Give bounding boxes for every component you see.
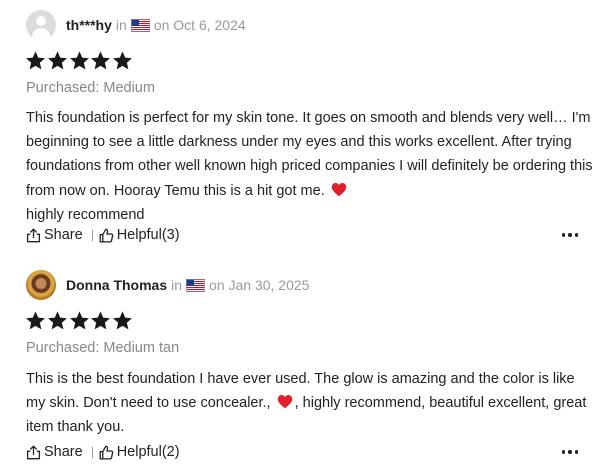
- heart-icon: [277, 394, 293, 409]
- helpful-label: Helpful(3): [116, 227, 180, 243]
- helpful-button[interactable]: Helpful(2): [99, 444, 180, 460]
- purchased-variant: Purchased: Medium: [26, 80, 155, 96]
- review-text-part: This foundation is perfect for my skin t…: [26, 110, 593, 199]
- star-rating: [25, 310, 134, 331]
- review-date: on Oct 6, 2024: [153, 17, 246, 33]
- reviewer-name[interactable]: Donna Thomas: [66, 277, 167, 293]
- review-text: This is the best foundation I have ever …: [26, 367, 596, 440]
- star-icon: [69, 310, 90, 331]
- us-flag-icon: [186, 279, 205, 292]
- star-icon: [47, 310, 68, 331]
- reviewer-name[interactable]: th***hy: [66, 17, 112, 33]
- location-label: in: [171, 277, 183, 293]
- star-icon: [112, 310, 133, 331]
- us-flag-icon: [131, 19, 150, 32]
- more-options-icon[interactable]: [562, 442, 578, 462]
- purchased-variant: Purchased: Medium tan: [26, 340, 180, 356]
- share-icon: [26, 445, 41, 460]
- avatar[interactable]: [26, 10, 56, 40]
- location-label: in: [115, 17, 127, 33]
- helpful-button[interactable]: Helpful(3): [99, 227, 180, 243]
- star-icon: [90, 50, 111, 71]
- review-date: on Jan 30, 2025: [209, 277, 310, 293]
- share-button[interactable]: Share: [26, 227, 83, 243]
- review-actions: Share Helpful(2): [26, 442, 180, 462]
- helpful-label: Helpful(2): [116, 444, 180, 460]
- review-text: This foundation is perfect for my skin t…: [26, 106, 596, 227]
- share-label: Share: [44, 444, 83, 460]
- review-header: Donna Thomas in on Jan 30, 2025: [26, 270, 309, 300]
- more-options-icon[interactable]: [562, 225, 578, 245]
- star-rating: [25, 50, 134, 71]
- review-text-part: highly recommend: [26, 206, 145, 223]
- review-header: th***hy in on Oct 6, 2024: [26, 10, 246, 40]
- star-icon: [69, 50, 90, 71]
- star-icon: [112, 50, 133, 71]
- star-icon: [47, 50, 68, 71]
- star-icon: [25, 50, 46, 71]
- star-icon: [90, 310, 111, 331]
- share-icon: [26, 228, 41, 243]
- thumbs-up-icon: [99, 228, 114, 243]
- thumbs-up-icon: [99, 445, 114, 460]
- divider: [91, 446, 93, 458]
- heart-icon: [331, 182, 347, 197]
- share-label: Share: [44, 227, 83, 243]
- review-actions: Share Helpful(3): [26, 225, 180, 245]
- share-button[interactable]: Share: [26, 444, 83, 460]
- star-icon: [25, 310, 46, 331]
- avatar[interactable]: [26, 270, 56, 300]
- divider: [91, 229, 93, 241]
